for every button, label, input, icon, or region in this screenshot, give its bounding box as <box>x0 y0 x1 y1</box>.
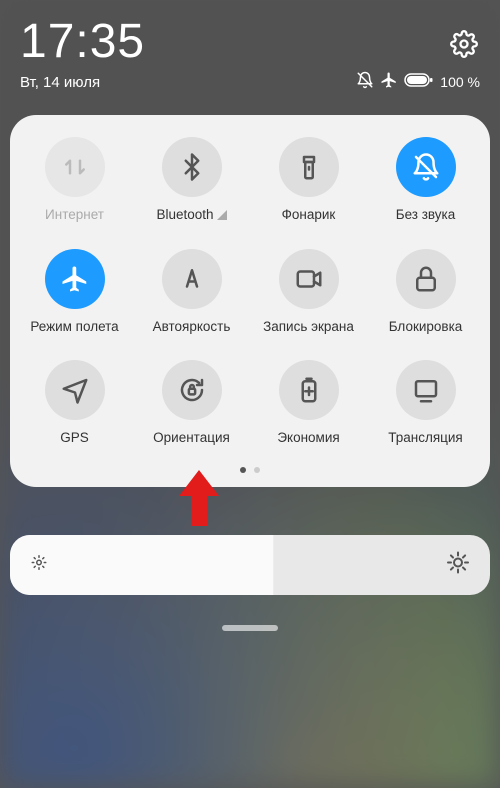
tile-label: Экономия <box>277 430 339 445</box>
tile-battery-saver[interactable]: Экономия <box>250 360 367 445</box>
tile-label: Интернет <box>45 207 104 222</box>
date: Вт, 14 июля <box>20 74 100 91</box>
screen-record-icon <box>279 249 339 309</box>
tile-label: Автояркость <box>153 319 231 334</box>
tile-label: Bluetooth <box>156 207 226 223</box>
drag-handle[interactable] <box>222 625 278 631</box>
brightness-low-icon <box>30 554 48 577</box>
quick-settings-panel: Интернет Bluetooth Фонарик Без звука <box>10 115 490 487</box>
battery-saver-icon <box>279 360 339 420</box>
mute-status-icon <box>356 71 374 93</box>
tile-label: GPS <box>60 430 89 445</box>
page-dot-active <box>240 467 246 473</box>
page-indicator <box>10 467 490 473</box>
airplane-status-icon <box>380 71 398 93</box>
gps-icon <box>45 360 105 420</box>
brightness-high-icon <box>446 551 470 580</box>
tile-label: Трансляция <box>388 430 462 445</box>
annotation-arrow <box>179 470 219 530</box>
mobile-data-icon <box>45 137 105 197</box>
tiles-grid: Интернет Bluetooth Фонарик Без звука <box>16 137 484 445</box>
tile-label: Ориентация <box>153 430 230 445</box>
auto-brightness-icon <box>162 249 222 309</box>
tile-internet[interactable]: Интернет <box>16 137 133 223</box>
battery-percent: 100 % <box>440 74 480 90</box>
flashlight-icon <box>279 137 339 197</box>
bluetooth-icon <box>162 137 222 197</box>
settings-gear-icon[interactable] <box>450 30 478 63</box>
tile-flashlight[interactable]: Фонарик <box>250 137 367 223</box>
mute-icon <box>396 137 456 197</box>
signal-triangle-icon <box>217 208 227 223</box>
tile-label: Блокировка <box>389 319 463 334</box>
tile-label: Запись экрана <box>263 319 354 334</box>
tile-gps[interactable]: GPS <box>16 360 133 445</box>
status-right-cluster: 100 % <box>356 71 480 93</box>
tile-bluetooth[interactable]: Bluetooth <box>133 137 250 223</box>
tile-orientation[interactable]: Ориентация <box>133 360 250 445</box>
battery-status-icon <box>404 72 434 92</box>
brightness-slider[interactable] <box>10 535 490 595</box>
tile-label: Без звука <box>396 207 456 222</box>
tile-label: Режим полета <box>30 319 118 334</box>
tile-screenrecord[interactable]: Запись экрана <box>250 249 367 334</box>
tile-airplane[interactable]: Режим полета <box>16 249 133 334</box>
cast-icon <box>396 360 456 420</box>
clock: 17:35 <box>20 14 480 69</box>
lock-icon <box>396 249 456 309</box>
page-dot <box>254 467 260 473</box>
brightness-fill <box>10 535 274 595</box>
tile-lock[interactable]: Блокировка <box>367 249 484 334</box>
tile-cast[interactable]: Трансляция <box>367 360 484 445</box>
orientation-lock-icon <box>162 360 222 420</box>
tile-mute[interactable]: Без звука <box>367 137 484 223</box>
status-bar: 17:35 Вт, 14 июля <box>0 0 500 93</box>
airplane-icon <box>45 249 105 309</box>
tile-autobrightness[interactable]: Автояркость <box>133 249 250 334</box>
tile-label: Фонарик <box>282 207 336 222</box>
